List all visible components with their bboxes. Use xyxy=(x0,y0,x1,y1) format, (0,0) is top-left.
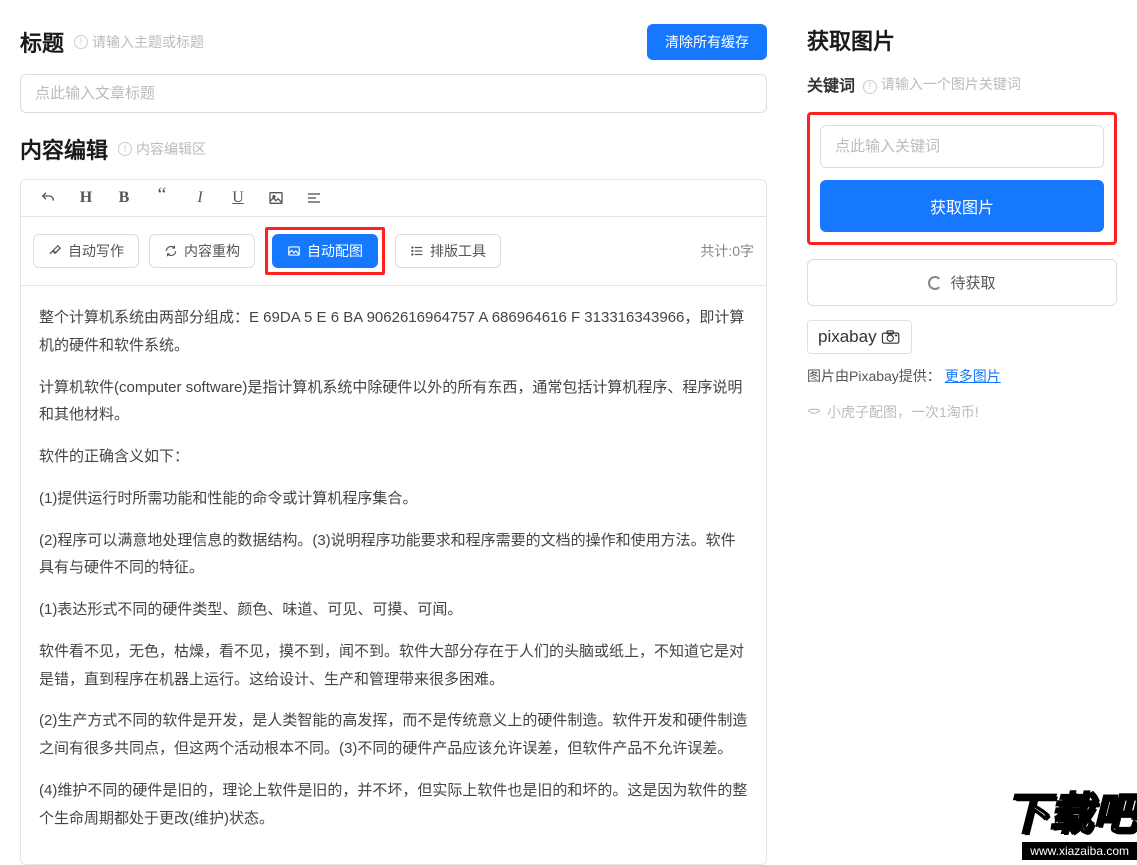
keyword-highlight-box: 获取图片 xyxy=(807,112,1117,245)
format-toolbar: H B “ I U xyxy=(21,180,766,217)
undo-icon[interactable] xyxy=(37,186,59,210)
content-paragraph: 计算机软件(computer software)是指计算机系统中除硬件以外的所有… xyxy=(39,374,748,430)
watermark-url: www.xiazaiba.com xyxy=(1022,842,1137,860)
heading-icon[interactable]: H xyxy=(75,186,97,210)
image-panel-title: 获取图片 xyxy=(807,24,895,56)
content-paragraph: (1)提供运行时所需功能和性能的命令或计算机程序集合。 xyxy=(39,485,748,513)
underline-icon[interactable]: U xyxy=(227,186,249,210)
auto-image-button[interactable]: 自动配图 xyxy=(272,234,378,268)
content-paragraph: (2)程序可以满意地处理信息的数据结构。(3)说明程序功能要求和程序需要的文档的… xyxy=(39,527,748,583)
content-paragraph: 整个计算机系统由两部分组成：E 69DA 5 E 6 BA 9062616964… xyxy=(39,304,748,360)
title-input[interactable] xyxy=(20,74,767,113)
info-icon: ! xyxy=(118,142,132,156)
editor-container: H B “ I U 自动写作 内容重构 xyxy=(20,179,767,865)
keyword-header: 关键词 ! 请输入一个图片关键词 xyxy=(807,72,1117,96)
content-paragraph: (4)维护不同的硬件是旧的，理论上软件是旧的，并不坏，但实际上软件也是旧的和坏的… xyxy=(39,777,748,833)
camera-icon xyxy=(881,330,901,344)
editor-content[interactable]: 整个计算机系统由两部分组成：E 69DA 5 E 6 BA 9062616964… xyxy=(21,286,766,864)
watermark: 下载吧 www.xiazaiba.com xyxy=(1005,778,1137,860)
clear-cache-button[interactable]: 清除所有缓存 xyxy=(647,24,767,60)
get-image-button[interactable]: 获取图片 xyxy=(820,180,1104,232)
status-button[interactable]: 待获取 xyxy=(807,259,1117,306)
bold-icon[interactable]: B xyxy=(113,186,135,210)
image-panel-header: 获取图片 xyxy=(807,24,1117,56)
keyword-hint: ! 请输入一个图片关键词 xyxy=(863,74,1021,94)
more-images-link[interactable]: 更多图片 xyxy=(945,368,1001,384)
content-paragraph: (1)表达形式不同的硬件类型、颜色、味道、可见、可摸、可闻。 xyxy=(39,596,748,624)
action-toolbar: 自动写作 内容重构 自动配图 排版工具 共计:0字 xyxy=(21,217,766,286)
content-label: 内容编辑 xyxy=(20,133,108,165)
content-hint: ! 内容编辑区 xyxy=(118,139,206,159)
info-icon: ! xyxy=(74,35,88,49)
spinner-icon xyxy=(928,276,942,290)
keyword-label: 关键词 xyxy=(807,72,855,96)
watermark-text: 下载吧 xyxy=(1005,778,1137,842)
restructure-button[interactable]: 内容重构 xyxy=(149,234,255,268)
auto-write-button[interactable]: 自动写作 xyxy=(33,234,139,268)
keyword-input[interactable] xyxy=(820,125,1104,168)
pixabay-badge: pixabay xyxy=(807,320,912,354)
content-paragraph: (2)生产方式不同的软件是开发，是人类智能的高发挥，而不是传统意义上的硬件制造。… xyxy=(39,707,748,763)
bowl-icon xyxy=(807,407,821,417)
footer-note: 小虎子配图，一次1淘币! xyxy=(807,402,1117,422)
info-icon: ! xyxy=(863,80,877,94)
image-icon[interactable] xyxy=(265,186,287,210)
title-hint: ! 请输入主题或标题 xyxy=(74,32,204,52)
auto-image-highlight: 自动配图 xyxy=(265,227,385,275)
title-header-row: 标题 ! 请输入主题或标题 清除所有缓存 xyxy=(20,24,767,60)
title-label: 标题 xyxy=(20,26,64,58)
quote-icon[interactable]: “ xyxy=(151,186,173,210)
content-paragraph: 软件看不见，无色，枯燥，看不见，摸不到，闻不到。软件大部分存在于人们的头脑或纸上… xyxy=(39,638,748,694)
align-left-icon[interactable] xyxy=(303,186,325,210)
layout-tool-button[interactable]: 排版工具 xyxy=(395,234,501,268)
pixabay-attribution: 图片由Pixabay提供： 更多图片 xyxy=(807,366,1117,386)
content-paragraph: 软件的正确含义如下： xyxy=(39,443,748,471)
content-header: 内容编辑 ! 内容编辑区 xyxy=(20,133,767,165)
italic-icon[interactable]: I xyxy=(189,186,211,210)
word-count: 共计:0字 xyxy=(700,241,754,261)
